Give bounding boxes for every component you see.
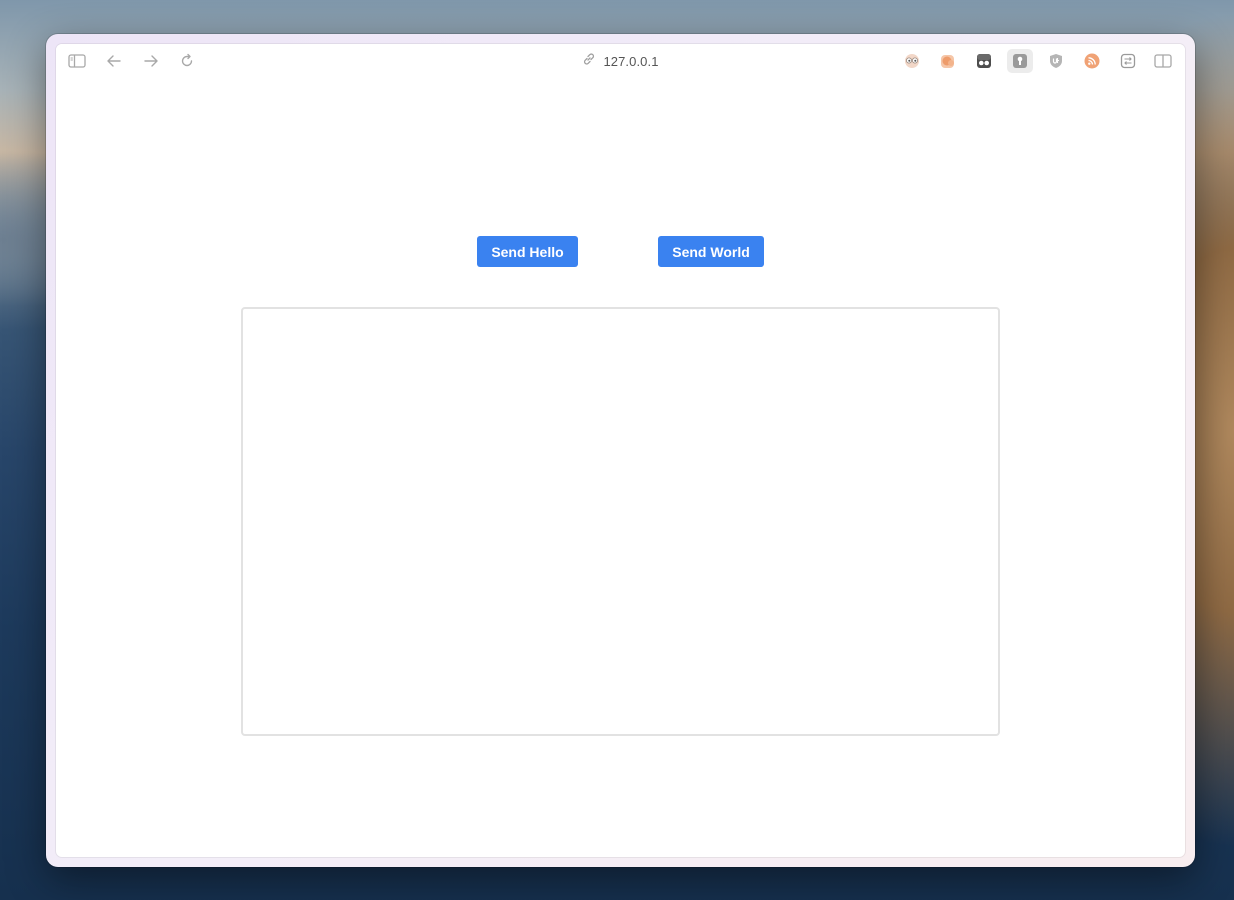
orange-blob-extension-icon[interactable] xyxy=(938,51,958,71)
shield-extension-icon[interactable] xyxy=(1046,51,1066,71)
rss-extension-icon[interactable] xyxy=(1082,51,1102,71)
browser-toolbar: 127.0.0.1 xyxy=(56,44,1185,78)
sidebar-icon[interactable] xyxy=(67,51,87,71)
message-output-box[interactable] xyxy=(241,307,1000,736)
keyhole-extension-icon[interactable] xyxy=(1007,49,1033,73)
address-field[interactable]: 127.0.0.1 xyxy=(582,52,658,71)
split-view-icon[interactable] xyxy=(1153,51,1173,71)
forward-arrow-icon[interactable] xyxy=(141,51,161,71)
reload-icon[interactable] xyxy=(177,51,197,71)
eyes-extension-icon[interactable] xyxy=(902,51,922,71)
back-arrow-icon[interactable] xyxy=(104,51,124,71)
browser-window: 127.0.0.1 Send Hello Send World xyxy=(46,34,1195,867)
dark-mask-extension-icon[interactable] xyxy=(974,51,994,71)
send-hello-button[interactable]: Send Hello xyxy=(477,236,578,267)
browser-content-frame: 127.0.0.1 Send Hello Send World xyxy=(56,44,1185,857)
address-text: 127.0.0.1 xyxy=(603,53,659,69)
link-icon xyxy=(582,52,596,71)
toggle-extension-icon[interactable] xyxy=(1118,51,1138,71)
send-world-button[interactable]: Send World xyxy=(658,236,764,267)
